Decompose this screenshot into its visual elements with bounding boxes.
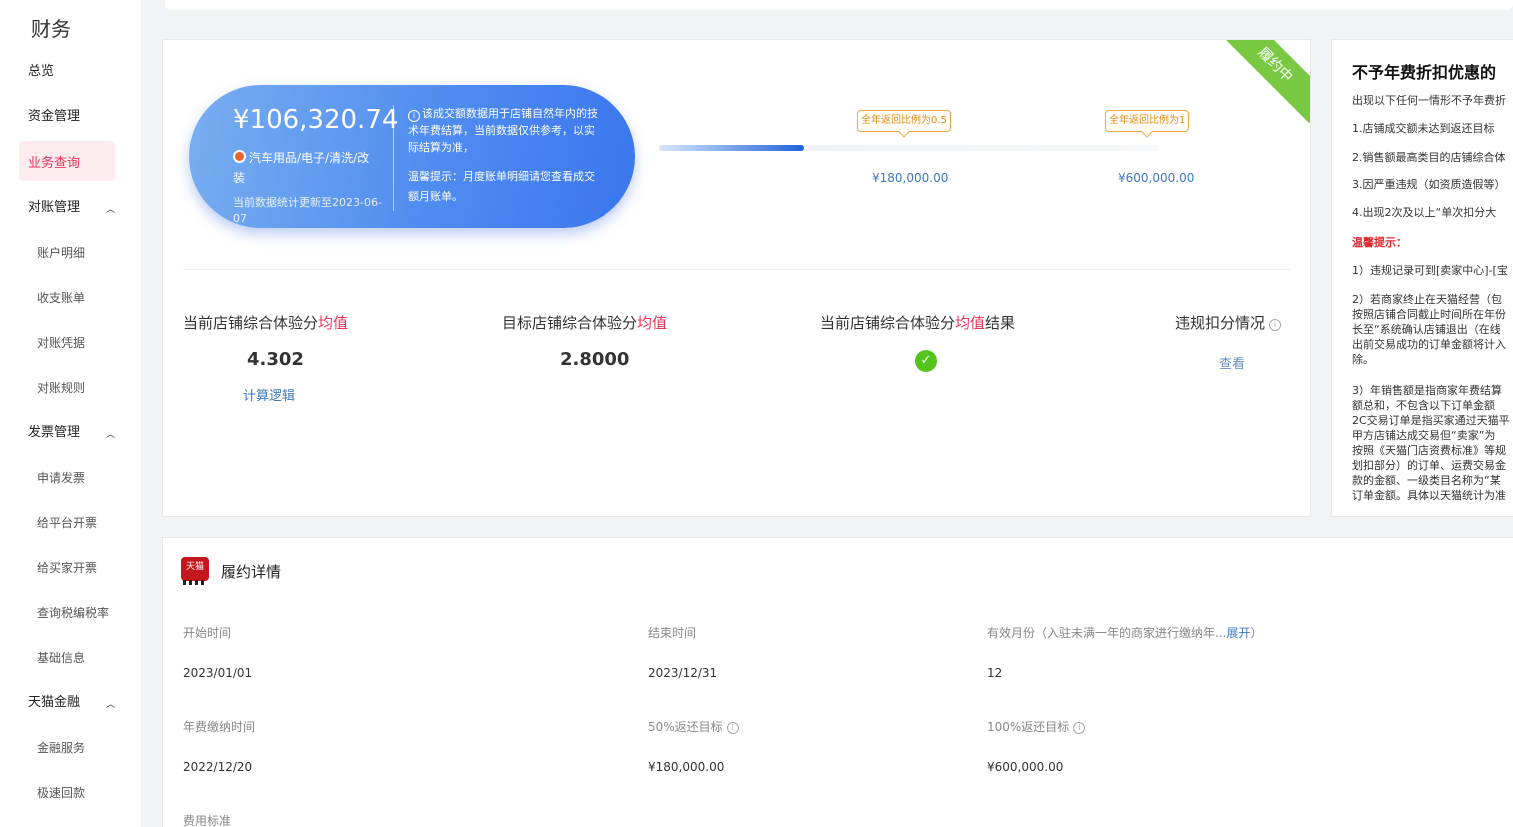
rules-card: 不予年费折扣优惠的 出现以下任何一情形不予年费折 1.店铺成交额未达到返还目标 … [1331,39,1513,517]
field-label: 费用标准 [183,814,232,827]
sidebar-subitem-apply-invoice[interactable]: 申请发票 [37,469,85,487]
sidebar-subitem-account-detail[interactable]: 账户明细 [37,244,85,262]
info-icon[interactable]: i [1269,319,1282,331]
rules-item: 1.店铺成交额未达到返还目标 [1352,122,1495,135]
milestone-tag: 全年返回比例为0.5 [857,110,951,132]
expand-link[interactable]: 展开 [1226,626,1250,640]
sidebar-subitem-platform-invoice[interactable]: 给平台开票 [37,514,97,532]
info-icon[interactable]: i [726,722,739,734]
sidebar: 财务 总览 资金管理 业务查询 对账管理 ︿ 账户明细 收支账单 对账凭据 对账… [0,0,142,827]
sidebar-subitem-buyer-invoice[interactable]: 给买家开票 [37,559,97,577]
turnover-note-text: 该成交额数据用于店铺自然年内的技术年费结算，当前数据仅供参考，以实际结算为准， [408,107,598,154]
field-value: 2023/01/01 [183,666,253,680]
rules-item: 2.销售额最高类目的店铺综合体 [1352,151,1506,164]
rules-item: 4.出现2次及以上“单次扣分大 [1352,206,1497,219]
calc-logic-link[interactable]: 计算逻辑 [243,385,295,404]
rules-tip: 1）违规记录可到[卖家中心]-[宝 [1352,264,1508,277]
sidebar-item-overview[interactable]: 总览 [28,63,54,81]
field-value: ¥600,000.00 [987,760,1064,774]
sidebar-title: 财务 [31,17,71,41]
field-value: 2023/12/31 [648,666,718,680]
sidebar-item-reconciliation[interactable]: 对账管理 [28,199,80,217]
category-label: 汽车用品/电子/清洗/改装 [233,151,370,185]
field-label: 结束时间 [648,626,697,640]
sidebar-item-finance[interactable]: 天猫金融 [28,694,80,712]
rules-warn-title: 温馨提示： [1352,236,1407,249]
metric-label: 违规扣分情况 i [1175,312,1282,333]
chevron-up-icon[interactable]: ︿ [106,427,115,440]
sidebar-subitem-statement[interactable]: 收支账单 [37,289,85,307]
sidebar-item-funds[interactable]: 资金管理 [28,108,80,126]
tmall-logo: 天猫 [181,557,209,585]
details-title: 履约详情 [221,563,282,581]
field-label: 100%返还目标 i [987,718,1086,735]
info-icon[interactable]: i [1073,722,1086,734]
milestone-amount: ¥180,000.00 [872,171,949,185]
field-label: 50%返还目标 i [648,718,739,735]
update-text: 当前数据统计更新至2023-06-07 [233,196,382,225]
field-value: 2022/12/20 [183,760,253,774]
info-icon: i [408,110,420,122]
rules-title: 不予年费折扣优惠的 [1352,63,1497,82]
metric-value: 4.302 [247,349,304,370]
check-icon: ✓ [915,350,937,372]
progress-fill [659,145,804,151]
sidebar-subitem-voucher[interactable]: 对账凭据 [37,334,85,352]
rules-tip: 3）年销售额是指商家年费结算 额总和，不包含以下订单金额 2C交易订单是指买家通… [1352,384,1510,502]
sidebar-subitem-basic-info[interactable]: 基础信息 [37,649,85,667]
field-value: 12 [987,666,1003,680]
metric-label: 当前店铺综合体验分均值 [183,314,349,332]
turnover-tip: 温馨提示：月度账单明细请您查看成交额月账单。 [408,170,595,203]
metric-value: 2.8000 [560,349,630,370]
sidebar-subitem-fast-payback[interactable]: 极速回款 [37,784,85,802]
status-ribbon: 履约中 [1217,40,1310,123]
view-violations-link[interactable]: 查看 [1219,353,1245,372]
milestone-tag: 全年返回比例为1 [1105,110,1190,132]
chevron-up-icon[interactable]: ︿ [106,697,115,710]
chevron-up-icon[interactable]: ︿ [106,202,115,215]
sidebar-subitem-finance-service[interactable]: 金融服务 [37,739,85,757]
sidebar-subitem-tax-query[interactable]: 查询税编税率 [37,604,109,622]
rules-tip: 2）若商家终止在天猫经营（包 按照店铺合同截止时间所在年份 长至“系统确认店铺退… [1352,293,1506,366]
field-label: 开始时间 [183,626,232,640]
sidebar-subitem-rules[interactable]: 对账规则 [37,379,85,397]
rules-item: 3.因严重违规（如资质造假等） [1352,178,1506,191]
sidebar-item-business-query[interactable]: 业务查询 [28,152,80,171]
top-strip [165,0,1513,10]
summary-card: 履约中 ¥106,320.74 汽车用品/电子/清洗/改装 当前数据统计更新至2… [162,39,1311,517]
rules-intro: 出现以下任何一情形不予年费折 [1352,94,1506,107]
divider [183,269,1290,270]
metric-label: 当前店铺综合体验分均值结果 [820,314,1016,332]
turnover-amount: ¥106,320.74 [233,105,399,135]
details-card: 天猫 履约详情 开始时间 2023/01/01 结束时间 2023/12/31 … [162,537,1513,827]
field-label: 有效月份（入驻未满一年的商家进行缴纳年...展开） [987,626,1263,640]
metric-label: 目标店铺综合体验分均值 [502,314,668,332]
divider [393,105,394,211]
sidebar-item-invoice[interactable]: 发票管理 [28,424,80,442]
field-label: 年费缴纳时间 [183,720,256,734]
turnover-card: ¥106,320.74 汽车用品/电子/清洗/改装 当前数据统计更新至2023-… [189,85,635,228]
field-value: ¥180,000.00 [648,760,725,774]
turnover-note: i 该成交额数据用于店铺自然年内的技术年费结算，当前数据仅供参考，以实际结算为准， [408,105,598,156]
milestone-amount: ¥600,000.00 [1118,171,1195,185]
